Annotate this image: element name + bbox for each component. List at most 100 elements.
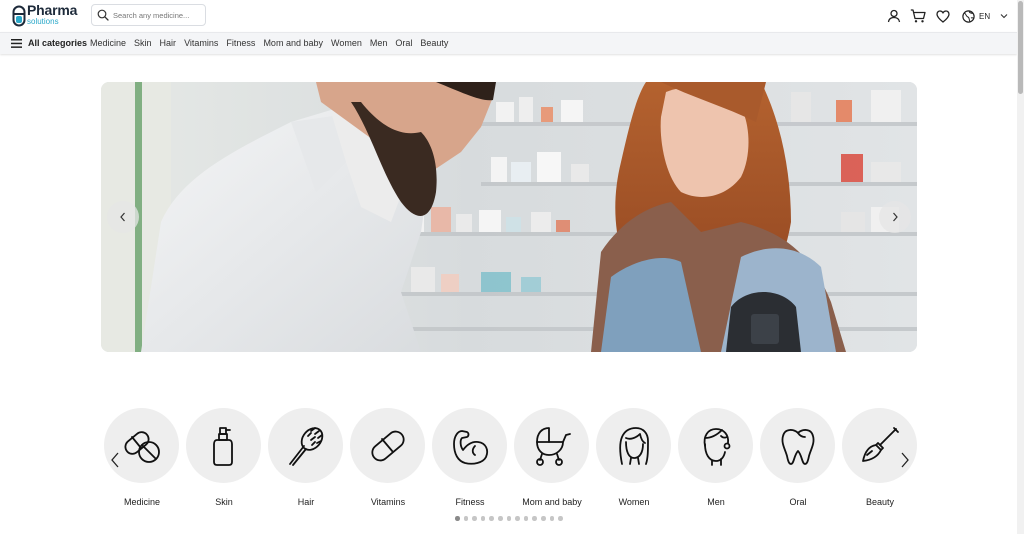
category-label: Men bbox=[707, 497, 725, 507]
nav-link-oral[interactable]: Oral bbox=[395, 38, 412, 48]
category-skin[interactable]: Skin bbox=[186, 408, 262, 507]
category-carousel: Medicine Skin Hair Vitamins Fitness Mom … bbox=[100, 408, 920, 518]
category-oral-tile[interactable] bbox=[760, 408, 835, 483]
pagination-dot[interactable] bbox=[558, 516, 563, 521]
pagination-dot[interactable] bbox=[489, 516, 494, 521]
account-button[interactable] bbox=[886, 8, 902, 24]
wishlist-button[interactable] bbox=[935, 8, 951, 24]
nav-link-women[interactable]: Women bbox=[331, 38, 362, 48]
category-men[interactable]: Men bbox=[678, 408, 754, 507]
hamburger-menu-icon bbox=[11, 38, 22, 48]
nav-link-vitamins[interactable]: Vitamins bbox=[184, 38, 218, 48]
logo-pill-icon bbox=[12, 5, 26, 27]
globe-icon bbox=[962, 9, 975, 23]
category-label: Vitamins bbox=[370, 497, 406, 507]
pagination-dot[interactable] bbox=[540, 516, 546, 521]
search-input[interactable] bbox=[113, 7, 203, 23]
category-oral[interactable]: Oral bbox=[760, 408, 836, 507]
hairbrush-icon bbox=[288, 426, 323, 466]
category-label: Fitness bbox=[455, 497, 485, 507]
stroller-icon bbox=[535, 426, 571, 466]
capsule-icon bbox=[370, 430, 405, 461]
language-selector[interactable]: EN bbox=[962, 8, 1008, 24]
pagination-dot[interactable] bbox=[523, 516, 529, 521]
user-icon bbox=[887, 9, 901, 23]
pagination-dot[interactable] bbox=[549, 516, 555, 521]
category-fitness[interactable]: Fitness bbox=[432, 408, 508, 507]
category-fitness-tile[interactable] bbox=[432, 408, 507, 483]
category-label: Medicine bbox=[123, 497, 161, 507]
category-label: Hair bbox=[297, 497, 315, 507]
nav-link-beauty[interactable]: Beauty bbox=[420, 38, 448, 48]
nav-link-men[interactable]: Men bbox=[370, 38, 388, 48]
all-categories-button[interactable]: All categories bbox=[11, 38, 87, 48]
category-women-tile[interactable] bbox=[596, 408, 671, 483]
makeup-brush-icon bbox=[861, 426, 899, 462]
category-skin-tile[interactable] bbox=[186, 408, 261, 483]
category-label: Skin bbox=[215, 497, 233, 507]
logo-title: Pharma bbox=[27, 2, 78, 18]
pagination-dot[interactable] bbox=[480, 516, 486, 521]
cart-icon bbox=[910, 9, 926, 23]
woman-face-icon bbox=[618, 426, 649, 465]
search-box[interactable] bbox=[91, 4, 206, 26]
nav-link-medicine[interactable]: Medicine bbox=[90, 38, 126, 48]
categories-next-button[interactable] bbox=[898, 450, 912, 470]
category-label: Women bbox=[618, 497, 650, 507]
chevron-left-icon bbox=[120, 212, 125, 222]
cart-button[interactable] bbox=[910, 8, 926, 24]
chevron-right-icon bbox=[901, 452, 909, 468]
pagination-dot[interactable] bbox=[497, 516, 503, 521]
hero-pharmacy-photo bbox=[101, 82, 917, 352]
hero-prev-button[interactable] bbox=[107, 201, 139, 233]
category-vitamins[interactable]: Vitamins bbox=[350, 408, 426, 507]
nav-link-fitness[interactable]: Fitness bbox=[226, 38, 255, 48]
page-scrollbar[interactable] bbox=[1017, 0, 1024, 534]
chevron-down-icon bbox=[1000, 14, 1008, 19]
category-beauty-tile[interactable] bbox=[842, 408, 917, 483]
category-beauty[interactable]: Beauty bbox=[842, 408, 918, 507]
scrollbar-thumb[interactable] bbox=[1018, 1, 1023, 94]
category-label: Mom and baby bbox=[522, 497, 582, 507]
pagination-dot[interactable] bbox=[515, 516, 520, 521]
category-vitamins-tile[interactable] bbox=[350, 408, 425, 483]
categories-prev-button[interactable] bbox=[108, 450, 122, 470]
category-mom-and-baby[interactable]: Mom and baby bbox=[514, 408, 590, 507]
logo-subtitle: solutions bbox=[27, 17, 59, 26]
carousel-pagination bbox=[455, 516, 563, 521]
category-hair-tile[interactable] bbox=[268, 408, 343, 483]
category-hair[interactable]: Hair bbox=[268, 408, 344, 507]
heart-icon bbox=[936, 9, 950, 23]
man-face-icon bbox=[703, 427, 730, 466]
category-medicine-tile[interactable] bbox=[104, 408, 179, 483]
search-icon bbox=[97, 9, 109, 21]
chevron-right-icon bbox=[893, 212, 898, 222]
nav-link-hair[interactable]: Hair bbox=[160, 38, 177, 48]
flexed-arm-icon bbox=[452, 429, 488, 465]
category-label: Oral bbox=[789, 497, 807, 507]
hero-banner bbox=[101, 82, 917, 352]
top-header: Pharma solutions EN bbox=[0, 0, 1017, 32]
pagination-dot[interactable] bbox=[463, 516, 469, 521]
language-label: EN bbox=[979, 11, 991, 21]
all-categories-label: All categories bbox=[28, 38, 88, 48]
chevron-left-icon bbox=[111, 452, 119, 468]
category-label: Beauty bbox=[865, 497, 895, 507]
lotion-bottle-icon bbox=[212, 426, 233, 466]
pagination-dot[interactable] bbox=[532, 516, 537, 521]
pagination-dot[interactable] bbox=[506, 516, 512, 521]
category-medicine[interactable]: Medicine bbox=[104, 408, 180, 507]
nav-link-skin[interactable]: Skin bbox=[134, 38, 152, 48]
category-men-tile[interactable] bbox=[678, 408, 753, 483]
hero-next-button[interactable] bbox=[879, 201, 911, 233]
category-nav: All categories Medicine Skin Hair Vitami… bbox=[0, 32, 1017, 54]
pagination-dot[interactable] bbox=[472, 516, 477, 521]
category-women[interactable]: Women bbox=[596, 408, 672, 507]
pills-icon bbox=[124, 430, 160, 463]
logo[interactable]: Pharma solutions bbox=[12, 2, 80, 28]
category-links: Medicine Skin Hair Vitamins Fitness Mom … bbox=[90, 38, 456, 48]
category-mom-and-baby-tile[interactable] bbox=[514, 408, 589, 483]
pagination-dot[interactable] bbox=[455, 516, 460, 521]
nav-link-mom-and-baby[interactable]: Mom and baby bbox=[263, 38, 323, 48]
tooth-icon bbox=[781, 428, 814, 465]
